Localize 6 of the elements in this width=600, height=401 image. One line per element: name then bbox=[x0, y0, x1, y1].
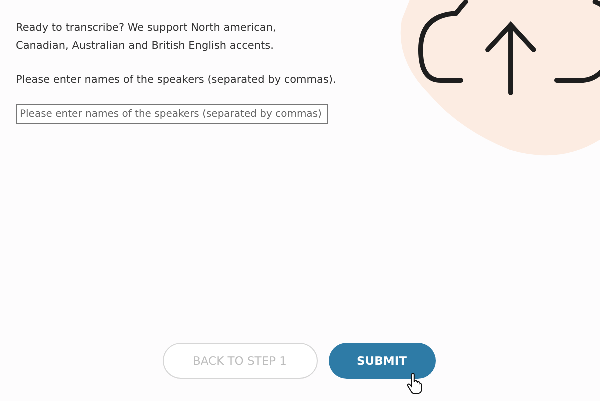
speakers-input[interactable]: Please enter names of the speakers (separated by commas) bbox=[16, 104, 328, 124]
submit-button[interactable]: SUBMIT bbox=[328, 343, 436, 379]
speakers-label: Please enter names of the speakers (separated by commas). bbox=[16, 73, 338, 88]
cloud-upload-icon bbox=[418, 0, 600, 98]
hand-cursor-icon bbox=[407, 373, 423, 395]
intro-text: Ready to transcribe? We support North american, Canadian, Australian and British English accents. bbox=[16, 21, 278, 54]
